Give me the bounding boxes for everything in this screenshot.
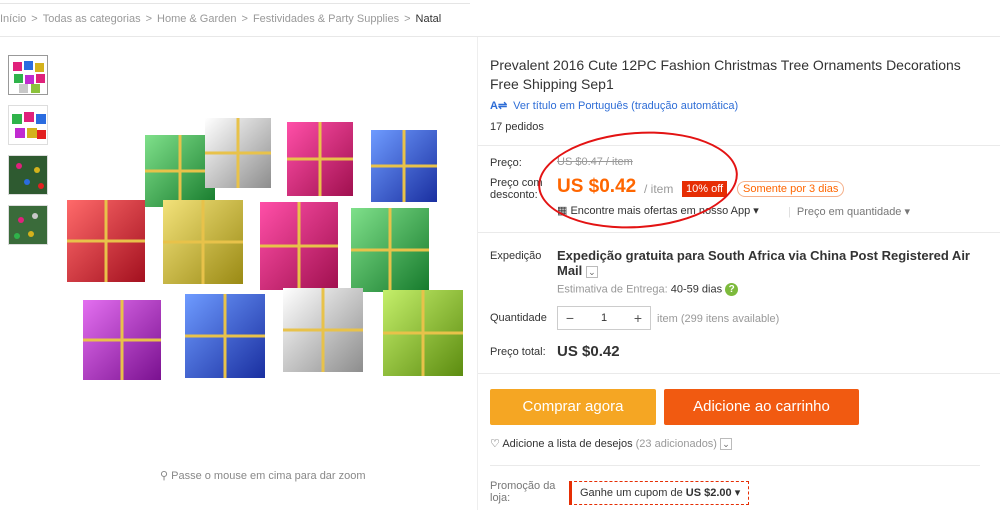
store-promo-label: Promoção da loja:: [490, 480, 556, 504]
breadcrumb-divider: [0, 36, 1000, 37]
translate-link-text: Ver título em Português (tradução automá…: [513, 100, 739, 112]
breadcrumb-festive-party[interactable]: Festividades & Party Supplies: [253, 13, 399, 25]
breadcrumb-all-categories[interactable]: Todas as categorias: [43, 13, 141, 25]
divider: [478, 373, 1000, 374]
top-border: [0, 0, 470, 4]
total-price: US $0.42: [557, 343, 620, 360]
gift-boxes-thumbnail-image: [13, 61, 45, 93]
order-count: 17 pedidos: [490, 121, 544, 133]
breadcrumb-separator: >: [145, 13, 153, 25]
add-to-cart-button[interactable]: Adicione ao carrinho: [664, 389, 859, 425]
help-icon[interactable]: ?: [725, 283, 739, 296]
increase-button[interactable]: +: [626, 310, 650, 326]
translate-icon: A⇌: [490, 100, 508, 112]
gift-boxes-image: [55, 50, 475, 460]
total-price-label: Preço total:: [490, 346, 546, 358]
divider: [478, 145, 1000, 146]
chevron-down-icon[interactable]: ⌄: [720, 438, 733, 451]
annotation-circle: [534, 125, 742, 235]
heart-icon: ♡: [490, 438, 500, 450]
main-product-image[interactable]: [55, 50, 475, 460]
breadcrumb-current: Natal: [415, 13, 442, 25]
eta-value: 40-59 dias: [670, 283, 723, 296]
coupon-prefix: Ganhe um cupom de: [580, 487, 683, 499]
product-title: Prevalent 2016 Cute 12PC Fashion Christm…: [490, 57, 961, 92]
thumbnail-1[interactable]: [8, 55, 48, 95]
breadcrumb: Início > Todas as categorias > Home & Garden…: [0, 13, 441, 25]
buy-now-button[interactable]: Comprar agora: [490, 389, 656, 425]
quantity-label: Quantidade: [490, 312, 547, 324]
chevron-down-icon: ▾: [904, 206, 911, 218]
wishlist-link[interactable]: ♡ Adicione a lista de desejos (23 adicio…: [490, 437, 733, 451]
thumbnail-2[interactable]: [8, 105, 48, 145]
wishlist-count: (23 adicionados): [635, 438, 717, 450]
shipping-label: Expedição: [490, 250, 542, 262]
thumbnail-list: [8, 55, 50, 255]
decrease-button[interactable]: −: [558, 310, 582, 326]
eta-label: Estimativa de Entrega:: [557, 283, 668, 296]
availability-text: item (299 itens available): [657, 313, 780, 325]
shipping-dropdown-icon[interactable]: ⌄: [585, 265, 598, 278]
breadcrumb-separator: >: [241, 13, 248, 25]
shipping-free-text: Expedição gratuita para: [557, 248, 705, 263]
thumbnail-4[interactable]: [8, 205, 48, 245]
zoom-hint-text: Passe o mouse em cima para dar zoom: [171, 470, 366, 482]
christmas-tree-thumbnail-image: [9, 206, 47, 244]
coupon-value: US $2.00: [685, 487, 732, 499]
translate-link[interactable]: A⇌ Ver título em Português (tradução auto…: [490, 99, 738, 112]
gift-boxes-thumbnail-image: [12, 112, 46, 139]
shipping-info: Expedição gratuita para South Africa via…: [557, 248, 982, 278]
delivery-estimate: Estimativa de Entrega: 40-59 dias ?: [557, 283, 739, 296]
breadcrumb-separator: >: [404, 13, 411, 25]
chevron-down-icon: ▾: [753, 205, 759, 217]
search-icon: ⚲: [160, 470, 169, 482]
breadcrumb-separator: >: [31, 13, 38, 25]
divider: [490, 465, 980, 466]
wishlist-text: Adicione a lista de desejos: [502, 438, 633, 450]
quantity-stepper: − 1 +: [557, 306, 651, 330]
chevron-down-icon: ▾: [734, 487, 741, 499]
thumbnail-3[interactable]: [8, 155, 48, 195]
breadcrumb-home-garden[interactable]: Home & Garden: [157, 13, 236, 25]
christmas-tree-thumbnail-image: [9, 156, 47, 194]
quantity-input[interactable]: 1: [582, 312, 626, 324]
breadcrumb-home[interactable]: Início: [0, 13, 26, 25]
limited-time-badge: Somente por 3 dias: [737, 181, 845, 197]
price-label: Preço:: [490, 157, 522, 169]
coupon-button[interactable]: Ganhe um cupom de US $2.00 ▾: [569, 481, 750, 505]
column-divider: [477, 37, 478, 510]
zoom-hint: ⚲ Passe o mouse em cima para dar zoom: [160, 469, 366, 482]
divider: [478, 232, 1000, 233]
quantity-price-link[interactable]: | Preço em quantidade ▾: [788, 205, 910, 218]
quantity-price-text: Preço em quantidade: [796, 206, 902, 218]
